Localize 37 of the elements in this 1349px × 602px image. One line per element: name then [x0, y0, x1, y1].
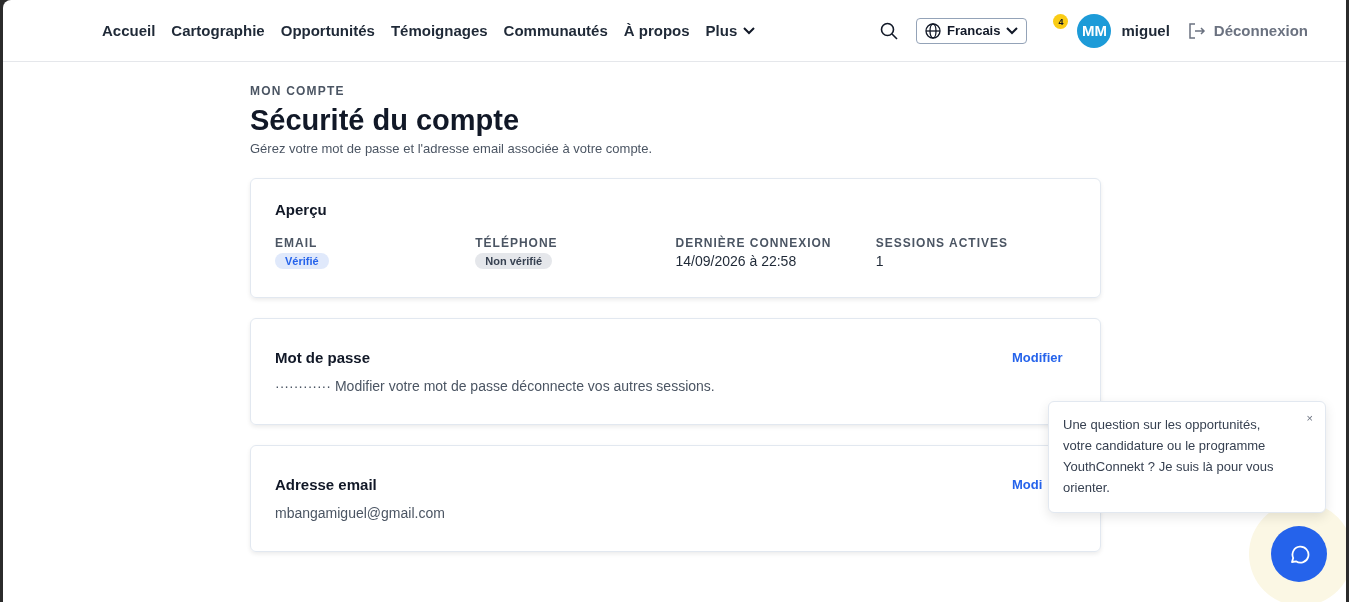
field-label: TÉLÉPHONE: [475, 236, 558, 250]
logout-link[interactable]: Déconnexion: [1187, 21, 1308, 40]
close-button[interactable]: ×: [1306, 408, 1313, 429]
chevron-down-icon: [1006, 26, 1019, 35]
field-value: 1: [875, 253, 884, 269]
nav-link[interactable]: Cartographie: [171, 22, 265, 39]
nav-link[interactable]: Opportunités: [280, 22, 375, 39]
nav-link[interactable]: Accueil: [102, 22, 156, 39]
page-subtitle: Gérez votre mot de passe et l'adresse email associée à votre compte.: [250, 141, 654, 156]
hint-text: Modifier votre mot de passe déconnecte vos autres sessions.: [334, 378, 715, 394]
nav-link[interactable]: Communautés: [503, 22, 608, 39]
globe-icon: [925, 22, 941, 39]
nav-link[interactable]: Témoignages: [390, 22, 488, 39]
edit-link[interactable]: Modi: [1012, 477, 1043, 492]
card-title: Mot de passe: [275, 349, 371, 366]
chat-bubble-icon: [1288, 543, 1310, 565]
language-select[interactable]: Francais: [916, 17, 1028, 44]
page-title: Sécurité du compte: [250, 104, 521, 137]
nav-link[interactable]: À propos: [623, 22, 690, 39]
status-badge: Non vérifié: [475, 253, 553, 269]
field-label: SESSIONS ACTIVES: [875, 236, 1008, 250]
search-icon[interactable]: [880, 21, 898, 40]
password-mask: ············: [275, 378, 331, 394]
edit-link[interactable]: Modifier: [1012, 350, 1063, 365]
eyebrow-label: MON COMPTE: [250, 84, 346, 98]
field-value: 14/09/2026 à 22:58: [675, 253, 797, 269]
notification-badge[interactable]: 4: [1053, 14, 1069, 29]
field-label: EMAIL: [275, 236, 318, 250]
logout-icon: [1187, 21, 1206, 40]
username[interactable]: miguel: [1121, 22, 1170, 39]
field-label: DERNIÈRE CONNEXION: [675, 236, 832, 250]
card-title: Adresse email: [275, 476, 377, 493]
nav-link[interactable]: Plus: [705, 22, 756, 39]
status-badge: Vérifié: [275, 253, 329, 269]
chat-message: Une question sur les opportunités, votre candidature ou le programme YouthConnekt ? Je suis là pour vous orienter.: [1063, 417, 1274, 495]
email-value: mbangamiguel@gmail.com: [275, 505, 445, 521]
card-title: Aperçu: [275, 201, 328, 218]
